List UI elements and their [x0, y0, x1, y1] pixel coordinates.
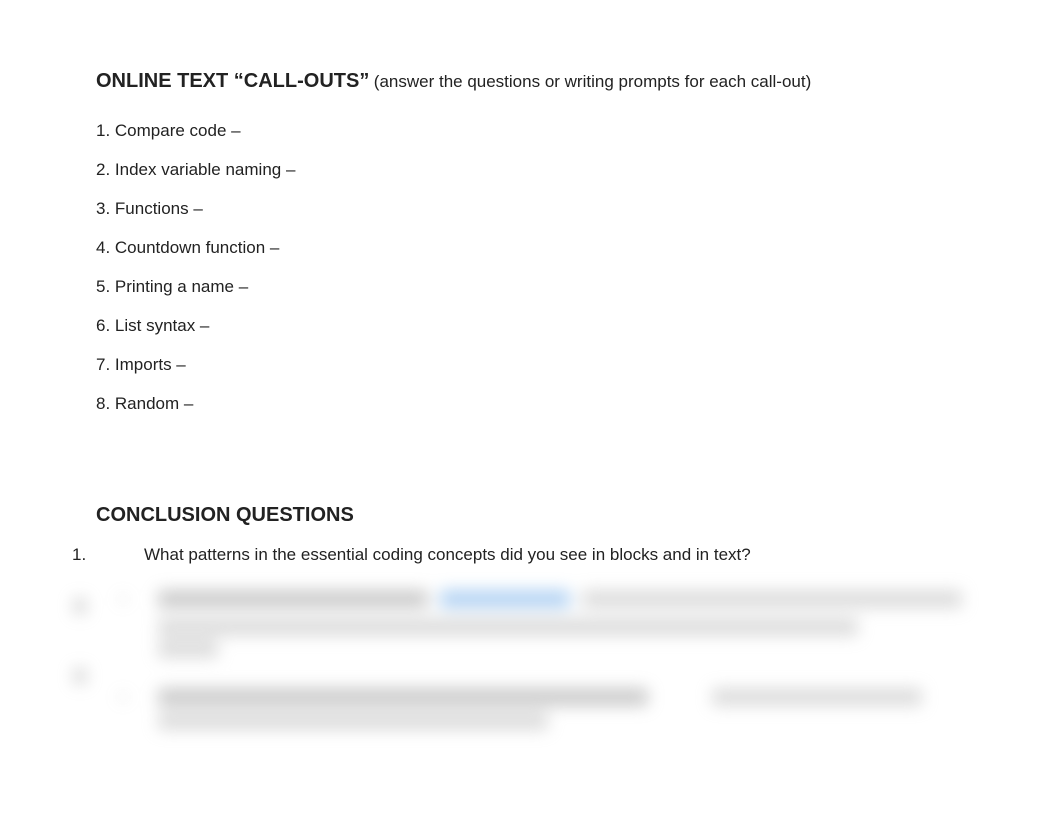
conclusion-section: CONCLUSION QUESTIONS 1. What patterns in… [96, 504, 966, 565]
callout-list: 1. Compare code – 2. Index variable nami… [96, 121, 966, 414]
blurred-preview-area [60, 590, 980, 720]
conclusion-title: CONCLUSION QUESTIONS [96, 504, 966, 527]
callout-item: 8. Random – [96, 394, 966, 414]
callouts-header: ONLINE TEXT “CALL-OUTS” (answer the ques… [96, 70, 966, 93]
callout-item: 5. Printing a name – [96, 277, 966, 297]
conclusion-number: 1. [72, 545, 86, 565]
callout-item: 1. Compare code – [96, 121, 966, 141]
conclusion-item: 1. What patterns in the essential coding… [96, 545, 966, 565]
callouts-subtitle: (answer the questions or writing prompts… [374, 72, 811, 91]
conclusion-list: 1. What patterns in the essential coding… [96, 545, 966, 565]
callout-item: 7. Imports – [96, 355, 966, 375]
callout-item: 6. List syntax – [96, 316, 966, 336]
conclusion-text: What patterns in the essential coding co… [144, 545, 751, 564]
callout-item: 2. Index variable naming – [96, 160, 966, 180]
callouts-title: ONLINE TEXT “CALL-OUTS” [96, 70, 369, 92]
callout-item: 4. Countdown function – [96, 238, 966, 258]
callout-item: 3. Functions – [96, 199, 966, 219]
